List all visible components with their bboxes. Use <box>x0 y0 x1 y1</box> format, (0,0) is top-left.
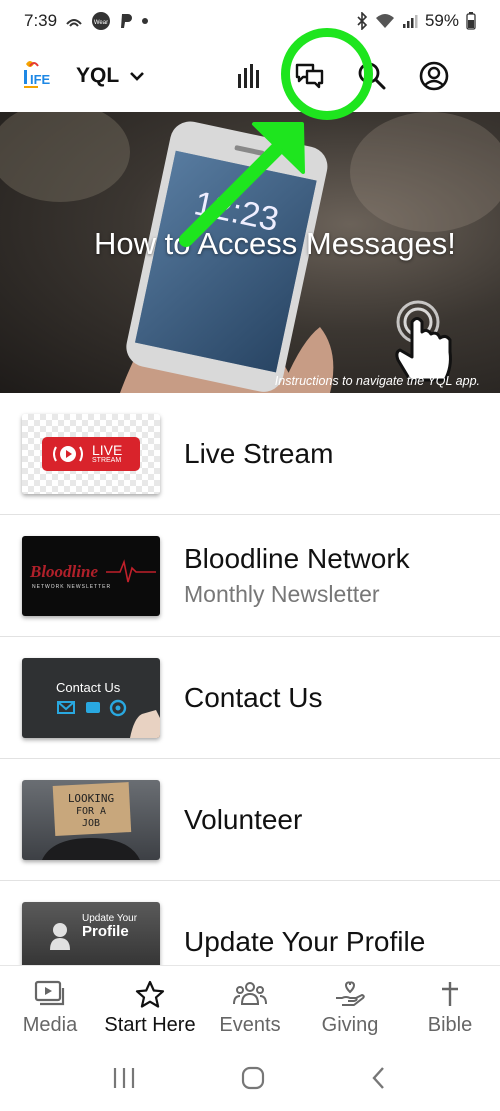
bottom-tab-bar: Media Start Here Events Giving Bible <box>0 965 500 1045</box>
audio-bars-icon <box>238 64 259 88</box>
contact-us-thumbnail: Contact Us <box>22 657 160 738</box>
chevron-down-icon <box>129 70 145 82</box>
hero-title: How to Access Messages! <box>94 226 456 261</box>
tab-label: Bible <box>427 1014 473 1036</box>
notification-icon <box>65 14 83 28</box>
start-here-list: LIVE STREAM Live Stream Bloodline NETWOR… <box>0 393 500 965</box>
back-icon[interactable] <box>369 1065 389 1091</box>
signal-icon <box>402 13 418 29</box>
tab-media[interactable]: Media <box>0 966 100 1045</box>
svg-text:FOR A: FOR A <box>76 806 106 817</box>
profile-thumb-label: Update Your <box>82 912 138 924</box>
stream-label: STREAM <box>92 457 122 464</box>
cross-icon <box>442 982 458 1006</box>
job-sign-image: LOOKING FOR A JOB <box>42 781 140 860</box>
tab-giving[interactable]: Giving <box>300 966 400 1045</box>
home-icon[interactable] <box>240 1065 266 1091</box>
live-label: LIVE <box>92 442 123 458</box>
highlight-circle <box>281 28 373 120</box>
system-nav-bar <box>0 1045 500 1111</box>
list-item-title: Live Stream <box>184 437 334 469</box>
contact-icons <box>57 699 160 738</box>
recent-apps-icon[interactable] <box>111 1066 137 1090</box>
app-logo: IFE <box>18 56 64 96</box>
weather-app-icon: Wear <box>91 11 111 31</box>
list-item-title: Contact Us <box>184 681 323 713</box>
tab-label: Start Here <box>104 1014 196 1036</box>
list-item-title: Volunteer <box>184 803 303 835</box>
tab-label: Media <box>22 1014 78 1036</box>
account-icon <box>419 61 449 91</box>
list-item-bloodline-network[interactable]: Bloodline NETWORK NEWSLETTER Bloodline N… <box>0 515 500 637</box>
svg-text:JOB: JOB <box>82 818 100 829</box>
app-title: YQL <box>76 64 120 87</box>
app-header: IFE YQL <box>0 42 500 110</box>
bloodline-thumbnail: Bloodline NETWORK NEWSLETTER <box>22 535 160 616</box>
tab-label: Events <box>219 1014 281 1036</box>
logo-text: IFE <box>30 72 51 87</box>
bluetooth-icon <box>356 12 368 30</box>
volunteer-thumbnail: LOOKING FOR A JOB <box>22 779 160 860</box>
hero-subtitle: Instructions to navigate the YQL app. <box>274 374 480 388</box>
profile-thumb-sub: Profile <box>82 922 129 940</box>
svg-text:Wear: Wear <box>94 20 108 26</box>
account-button[interactable] <box>414 56 454 96</box>
list-item-volunteer[interactable]: LOOKING FOR A JOB Volunteer <box>0 759 500 881</box>
battery-percent: 59% <box>424 11 459 30</box>
media-icon <box>34 980 65 1006</box>
hero-banner[interactable]: 12:23 How to Access Messages! Instructio… <box>0 112 500 393</box>
tab-events[interactable]: Events <box>200 966 300 1045</box>
bloodline-sub-label: NETWORK NEWSLETTER <box>32 583 112 590</box>
people-icon <box>233 982 267 1005</box>
svg-text:LOOKING: LOOKING <box>68 792 114 805</box>
live-broadcast-icon <box>53 445 83 462</box>
tab-label: Giving <box>321 1014 379 1036</box>
more-dot-icon <box>141 17 149 25</box>
list-item-title: Bloodline Network <box>184 543 410 574</box>
audio-bars-button[interactable] <box>230 56 270 96</box>
paypal-icon <box>119 13 133 29</box>
app-switcher[interactable]: YQL <box>76 64 145 88</box>
list-item-live-stream[interactable]: LIVE STREAM Live Stream <box>0 393 500 515</box>
tab-bible[interactable]: Bible <box>400 966 500 1045</box>
tab-start-here[interactable]: Start Here <box>100 966 200 1045</box>
battery-icon <box>466 12 476 30</box>
wifi-icon <box>375 13 395 29</box>
list-item-title: Update Your Profile <box>184 925 426 957</box>
list-item-subtitle: Monthly Newsletter <box>184 581 380 607</box>
live-stream-thumbnail: LIVE STREAM <box>22 413 160 494</box>
list-item-contact-us[interactable]: Contact Us Contact Us <box>0 637 500 759</box>
heartbeat-line-icon <box>106 558 156 582</box>
status-bar: 7:39 Wear 59% <box>0 0 500 42</box>
star-icon <box>135 980 165 1008</box>
status-time: 7:39 <box>24 11 58 30</box>
giving-hand-icon <box>336 981 365 1006</box>
list-item-update-profile[interactable]: Update Your Profile Update Your Profile <box>0 881 500 965</box>
profile-thumbnail: Update Your Profile <box>22 901 160 965</box>
